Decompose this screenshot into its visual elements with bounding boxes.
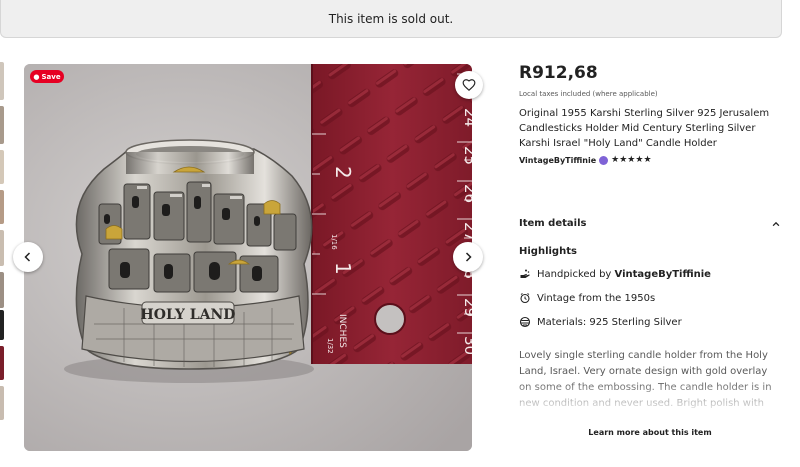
product-photo[interactable]: 24 25 26 27 28 29 30 2 1 1/16 1/32 INCHE… xyxy=(24,64,472,451)
heart-icon xyxy=(462,79,476,92)
price: R912,68 xyxy=(519,63,598,83)
thumbnail[interactable] xyxy=(0,310,4,340)
next-image-button[interactable] xyxy=(453,242,483,272)
chevron-left-icon xyxy=(24,252,31,262)
pinterest-save-button[interactable]: ● Save xyxy=(30,70,64,83)
ruler-number: 27 xyxy=(461,222,472,241)
ruler-unit: INCHES xyxy=(337,314,347,348)
highlight-handpicked: Handpicked by VintageByTiffinie xyxy=(519,268,711,280)
thumbnail[interactable] xyxy=(0,62,4,100)
tax-note: Local taxes included (where applicable) xyxy=(519,90,658,98)
ruler-inch-mark: 2 xyxy=(331,166,355,179)
save-label: Save xyxy=(41,72,61,81)
sold-out-banner: This item is sold out. xyxy=(0,0,782,38)
pinterest-icon: ● xyxy=(33,72,40,81)
ruler-number: 25 xyxy=(461,146,472,165)
engraving-text: HOLY LAND xyxy=(141,307,236,323)
handpicked-prefix: Handpicked by xyxy=(537,268,615,280)
highlights-heading: Highlights xyxy=(519,246,577,257)
highlight-vintage: Vintage from the 1950s xyxy=(519,292,655,304)
sold-out-text: This item is sold out. xyxy=(328,11,454,26)
rating-stars[interactable]: ★★★★★ xyxy=(611,155,651,165)
chevron-right-icon xyxy=(465,252,472,262)
thumbnail-strip xyxy=(0,62,4,462)
ruler-number: 24 xyxy=(461,108,472,127)
thumbnail[interactable] xyxy=(0,272,4,308)
favorite-button[interactable] xyxy=(455,71,483,99)
shop-name-link[interactable]: VintageByTiffinie xyxy=(519,156,596,165)
clock-icon xyxy=(519,292,531,304)
chevron-up-icon xyxy=(772,221,780,226)
description-fade xyxy=(519,380,781,416)
ruler-inch-mark: 1 xyxy=(331,262,355,275)
highlight-materials: Materials: 925 Sterling Silver xyxy=(519,316,682,328)
hand-icon xyxy=(519,268,531,280)
thumbnail[interactable] xyxy=(0,106,4,144)
previous-image-button[interactable] xyxy=(13,242,43,272)
ruler-fraction: 1/16 xyxy=(330,234,338,250)
candle-holder-illustration: 24 25 26 27 28 29 30 2 1 1/16 1/32 INCHE… xyxy=(24,64,472,451)
thumbnail[interactable] xyxy=(0,230,4,266)
listing-title: Original 1955 Karshi Sterling Silver 925… xyxy=(519,108,770,149)
ruler-number: 26 xyxy=(461,184,472,203)
star-seller-badge-icon xyxy=(599,155,609,165)
learn-more-button[interactable]: Learn more about this item xyxy=(519,428,781,437)
materials-text: Materials: 925 Sterling Silver xyxy=(537,316,682,328)
vintage-text: Vintage from the 1950s xyxy=(537,292,656,304)
thumbnail[interactable] xyxy=(0,386,4,420)
handpicked-shop-link[interactable]: VintageByTiffinie xyxy=(615,269,711,280)
thumbnail[interactable] xyxy=(0,150,4,184)
materials-icon xyxy=(519,316,531,328)
ruler-number: 30 xyxy=(461,336,472,355)
ruler-number: 29 xyxy=(461,298,472,317)
item-details-toggle[interactable]: Item details xyxy=(519,218,781,229)
ruler-fraction: 1/32 xyxy=(326,338,334,354)
item-details-heading: Item details xyxy=(519,218,587,229)
thumbnail[interactable] xyxy=(0,190,4,224)
shop-info: VintageByTiffinie ★★★★★ xyxy=(519,155,652,165)
thumbnail[interactable] xyxy=(0,346,4,380)
